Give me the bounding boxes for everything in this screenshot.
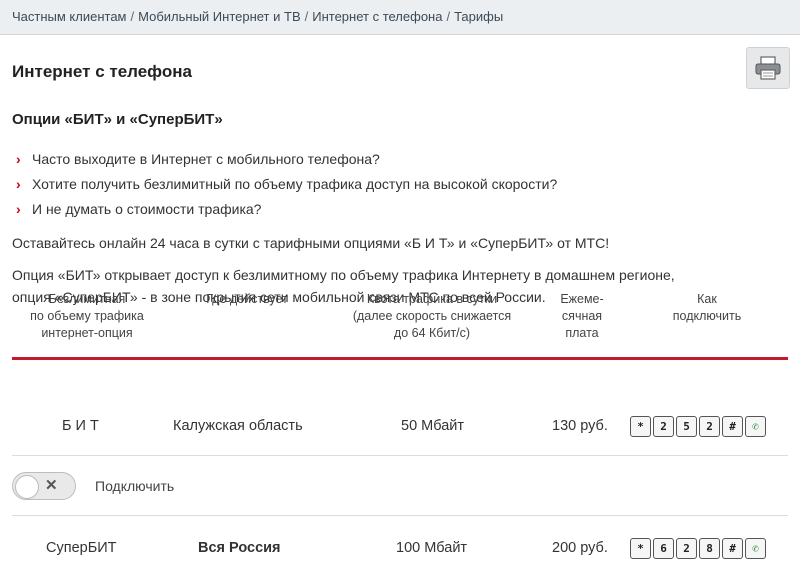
breadcrumb-item-private-clients[interactable]: Частным клиентам [12, 9, 127, 24]
description-line-1: Опция «БИТ» открывает доступ к безлимитн… [12, 267, 675, 283]
row-quota: 100 Мбайт [396, 540, 468, 556]
breadcrumb-separator: / [130, 9, 135, 24]
bullet-text: Хотите получить безлимитный по объему тр… [32, 175, 558, 192]
row-where: Калужская область [173, 418, 303, 434]
print-button[interactable] [746, 47, 790, 89]
phone-call-icon: ✆ [745, 538, 766, 559]
bullet-list: › Часто выходите в Интернет с мобильного … [16, 146, 557, 221]
header-text: Квота трафика в сутки [366, 292, 498, 306]
chevron-right-icon: › [16, 150, 21, 167]
row-fee: 200 руб. [552, 540, 608, 556]
header-text: Безлимитная [48, 292, 126, 306]
breadcrumb-separator: / [304, 9, 309, 24]
list-item: › Часто выходите в Интернет с мобильного … [16, 146, 557, 171]
key-star: * [630, 538, 651, 559]
connect-toggle-label: Подключить [95, 478, 175, 494]
header-how: Как подключить [627, 291, 787, 325]
row-option: Б И Т [62, 418, 99, 434]
header-text: по объему трафика [30, 309, 144, 323]
intro-paragraph: Оставайтесь онлайн 24 часа в сутки с тар… [12, 235, 610, 251]
ussd-code: * 6 2 8 # ✆ [630, 538, 766, 559]
breadcrumb: Частным клиентам / Мобильный Интернет и ТВ… [0, 0, 800, 35]
header-text: интернет-опция [41, 326, 133, 340]
list-item: › Хотите получить безлимитный по объему т… [16, 171, 557, 196]
row-divider [12, 455, 788, 456]
printer-icon [755, 56, 781, 80]
header-text: плата [565, 326, 599, 340]
header-text: подключить [672, 309, 742, 323]
row-divider [12, 515, 788, 516]
key-hash: # [722, 538, 743, 559]
breadcrumb-item-internet-from-phone[interactable]: Интернет с телефона [312, 9, 442, 24]
chevron-right-icon: › [16, 175, 21, 192]
table-header: Безлимитная по объему трафика интернет-о… [12, 291, 788, 357]
row-where: Вся Россия [198, 540, 281, 556]
table-row: Б И Т Калужская область 50 Мбайт 130 руб… [12, 398, 788, 454]
toggle-knob [15, 475, 39, 499]
header-option: Безлимитная по объему трафика интернет-о… [12, 291, 162, 342]
row-option: СуперБИТ [46, 540, 117, 556]
header-text: Как [697, 292, 717, 306]
phone-call-icon: ✆ [745, 416, 766, 437]
breadcrumb-item-mobile-internet[interactable]: Мобильный Интернет и ТВ [138, 9, 301, 24]
header-quota: Квота трафика в сутки (далее скорость сн… [332, 291, 532, 342]
list-item: › И не думать о стоимости трафика? [16, 196, 557, 221]
breadcrumb-item-tariffs[interactable]: Тарифы [454, 9, 503, 24]
chevron-right-icon: › [16, 200, 21, 217]
key-digit: 2 [699, 416, 720, 437]
table-row: СуперБИТ Вся Россия 100 Мбайт 200 руб. *… [12, 520, 788, 576]
key-digit: 8 [699, 538, 720, 559]
header-fee: Ежеме- сячная плата [537, 291, 627, 342]
row-quota: 50 Мбайт [401, 418, 465, 434]
breadcrumb-separator: / [446, 9, 451, 24]
key-digit: 5 [676, 416, 697, 437]
header-where: Где действует [162, 291, 332, 308]
key-digit: 2 [676, 538, 697, 559]
key-digit: 6 [653, 538, 674, 559]
bullet-text: И не думать о стоимости трафика? [32, 200, 262, 217]
bullet-text: Часто выходите в Интернет с мобильного т… [32, 150, 380, 167]
connect-toggle[interactable]: ✕ [12, 472, 76, 500]
ussd-code: * 2 5 2 # ✆ [630, 416, 766, 437]
header-text: (далее скорость снижается [352, 309, 512, 323]
key-hash: # [722, 416, 743, 437]
header-text: Ежеме- [560, 292, 604, 306]
connect-toggle-group: ✕ Подключить [12, 458, 174, 514]
row-fee: 130 руб. [552, 418, 608, 434]
table-header-divider [12, 357, 788, 360]
close-icon: ✕ [45, 477, 58, 494]
section-title: Опции «БИТ» и «СуперБИТ» [12, 111, 223, 128]
key-star: * [630, 416, 651, 437]
header-text: до 64 Кбит/с) [393, 326, 471, 340]
page-title: Интернет с телефона [12, 62, 192, 81]
header-text: сячная [561, 309, 603, 323]
key-digit: 2 [653, 416, 674, 437]
header-text: Где действует [206, 292, 288, 306]
